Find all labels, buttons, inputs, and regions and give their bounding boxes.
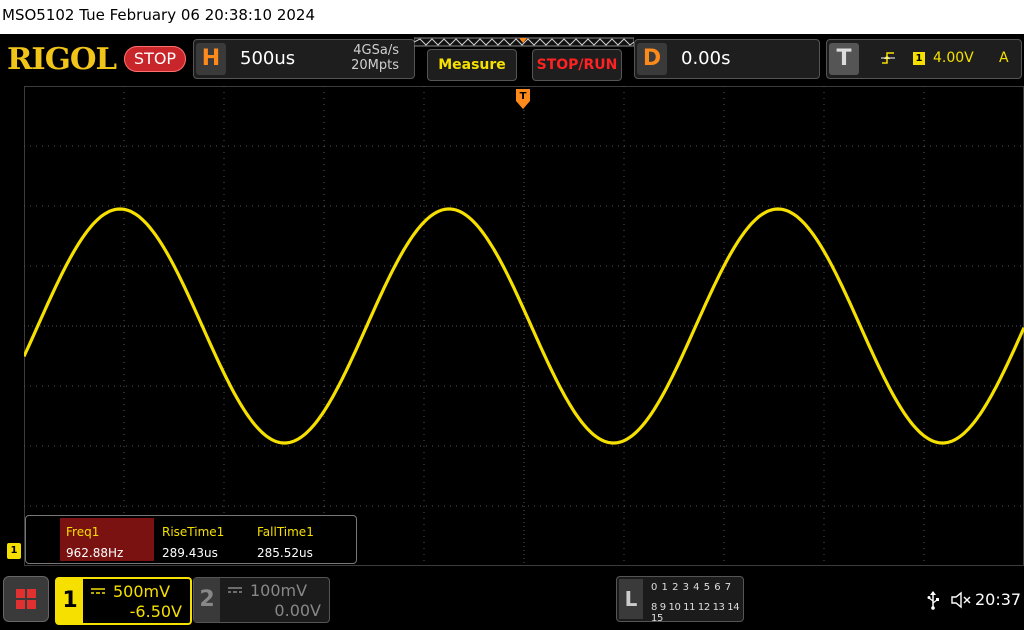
delay-value: 0.00s — [681, 48, 731, 69]
measurement-label: FallTime1 — [257, 525, 314, 539]
titlebar-text: MSO5102 Tue February 06 20:38:10 2024 — [2, 6, 316, 24]
horizontal-tag: H — [196, 43, 226, 75]
channel-1-panel[interactable]: 1 500mV -6.50V — [55, 577, 192, 625]
delay-tag: D — [637, 43, 667, 75]
measure-button[interactable]: Measure — [427, 49, 517, 81]
acquisition-info: 4GSa/s 20Mpts — [344, 43, 399, 73]
measurement-value: 285.52us — [257, 546, 313, 560]
ch1-offset-marker[interactable]: 1 — [7, 543, 21, 559]
speaker-muted-icon[interactable] — [951, 591, 971, 609]
trigger-tag: T — [829, 43, 859, 75]
top-status-bar: RIGOL STOP H 500us 4GSa/s 20Mpts Measure… — [0, 34, 1024, 84]
horizontal-timebase-panel[interactable]: H 500us 4GSa/s 20Mpts — [193, 39, 415, 79]
measurement-value: 962.88Hz — [66, 546, 124, 560]
measurement-label: RiseTime1 — [162, 525, 225, 539]
trigger-panel[interactable]: T 1 4.00V A — [826, 39, 1022, 79]
trigger-level: 4.00V — [933, 50, 974, 66]
logic-tag: L — [619, 579, 643, 619]
memory-depth: 20Mpts — [351, 58, 399, 73]
channel-1-scale: 500mV — [113, 582, 171, 601]
trigger-marker-label: T — [520, 91, 527, 102]
logic-channels-panel[interactable]: L 0 1 2 3 4 5 6 7 8 9 10 11 12 13 14 15 — [616, 576, 744, 624]
brand-logo: RIGOL — [7, 42, 117, 77]
measurement-value: 289.43us — [162, 546, 218, 560]
measurement-item[interactable]: FallTime1 285.52us — [251, 518, 345, 561]
memory-overview-strip — [414, 37, 634, 47]
measurement-item[interactable]: RiseTime1 289.43us — [156, 518, 250, 561]
trigger-mode: A — [999, 50, 1009, 66]
stop-run-button[interactable]: STOP/RUN — [532, 49, 622, 81]
measurement-label: Freq1 — [66, 525, 100, 539]
measurement-panel: Freq1 962.88Hz RiseTime1 289.43us FallTi… — [25, 515, 357, 564]
channel-2-number: 2 — [194, 578, 220, 622]
trigger-position-marker[interactable]: T — [515, 88, 531, 110]
dc-coupling-icon — [91, 588, 105, 594]
clock-time: 20:37 — [975, 590, 1022, 609]
sample-rate: 4GSa/s — [353, 43, 399, 58]
bottom-status-bar: 1 500mV -6.50V 2 100mV 0.00V L 0 1 2 3 4… — [0, 566, 1024, 630]
waveform-grid[interactable] — [24, 86, 1024, 566]
grid-menu-icon — [16, 589, 36, 609]
channel-2-panel[interactable]: 2 100mV 0.00V — [193, 577, 330, 623]
dc-coupling-icon — [228, 587, 242, 593]
logic-row-1: 0 1 2 3 4 5 6 7 — [651, 582, 732, 593]
run-state-badge[interactable]: STOP — [124, 46, 186, 72]
channel-1-number: 1 — [57, 579, 83, 623]
rising-edge-icon — [881, 52, 895, 64]
main-menu-button[interactable] — [3, 576, 49, 622]
channel-1-offset: -6.50V — [129, 602, 182, 621]
measurement-item[interactable]: Freq1 962.88Hz — [60, 518, 154, 561]
timebase-value: 500us — [240, 48, 296, 69]
trigger-source-badge: 1 — [913, 52, 925, 65]
delay-panel[interactable]: D 0.00s — [634, 39, 820, 79]
logic-row-2: 8 9 10 11 12 13 14 15 — [651, 602, 740, 624]
window-titlebar: MSO5102 Tue February 06 20:38:10 2024 — [0, 0, 1024, 34]
usb-icon — [927, 591, 939, 610]
channel-2-offset: 0.00V — [274, 601, 321, 620]
channel-2-scale: 100mV — [250, 581, 308, 600]
